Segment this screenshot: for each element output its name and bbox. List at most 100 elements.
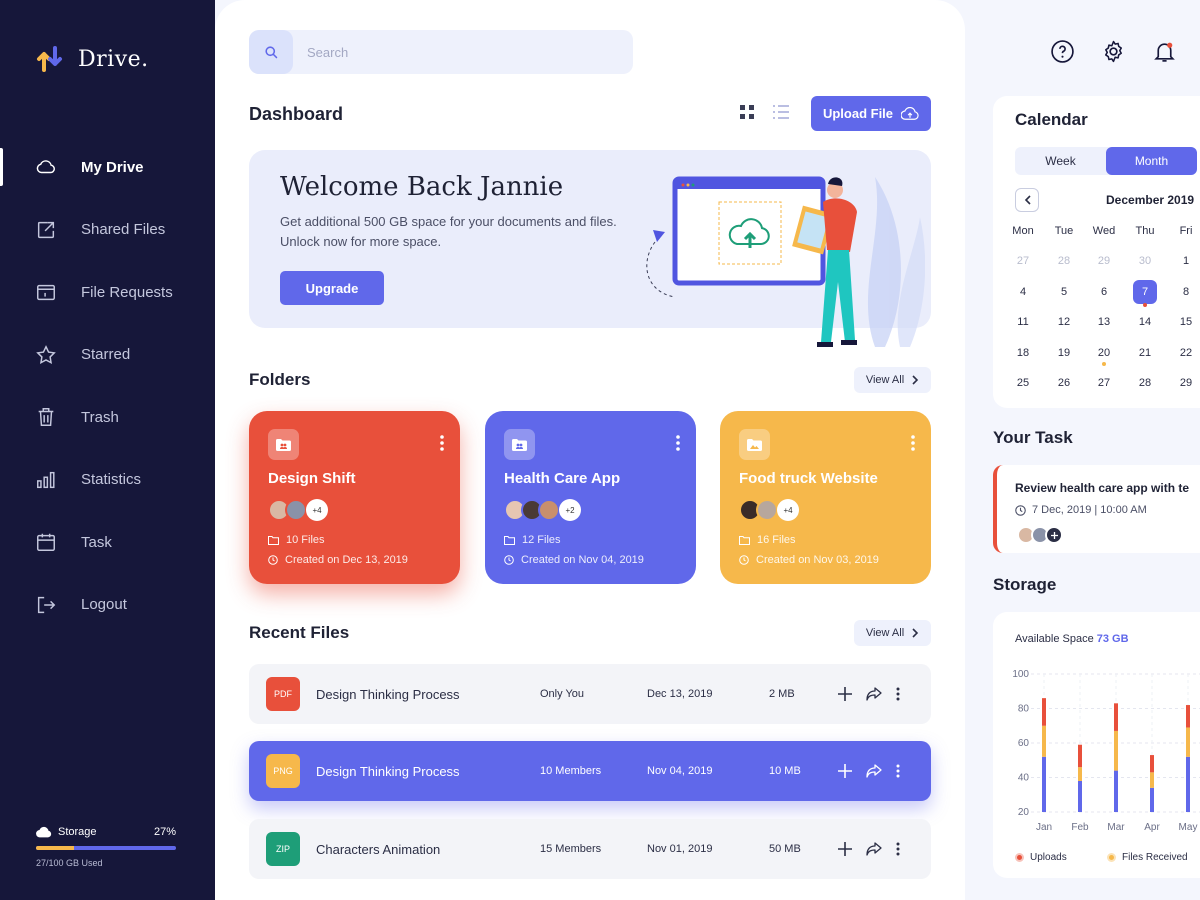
avatar (756, 499, 778, 521)
folder-outline-icon (739, 535, 750, 545)
more-vertical-icon[interactable] (896, 687, 900, 701)
calendar-day[interactable]: 7 (1133, 279, 1157, 304)
sidebar-item-shared-files[interactable]: Shared Files (0, 199, 215, 262)
more-vertical-icon[interactable] (896, 842, 900, 856)
add-assignee-button[interactable] (1045, 526, 1063, 544)
brand-name: Drive. (78, 46, 149, 72)
upgrade-button[interactable]: Upgrade (280, 271, 384, 305)
bar-segment (1150, 755, 1154, 773)
x-tick-label: Feb (1071, 822, 1089, 833)
recent-view-all-button[interactable]: View All (854, 620, 931, 646)
sidebar-item-statistics[interactable]: Statistics (0, 449, 215, 512)
folder-menu-button[interactable] (911, 435, 915, 456)
sidebar-item-my-drive[interactable]: My Drive (0, 136, 215, 199)
calendar-day[interactable]: 12 (1052, 316, 1076, 328)
file-date: Nov 04, 2019 (647, 765, 713, 777)
grid-icon (740, 105, 754, 119)
calendar-day[interactable]: 20 (1092, 347, 1116, 359)
calendar-day[interactable]: 26 (1052, 377, 1076, 389)
notifications-button[interactable] (1152, 39, 1177, 64)
sidebar-item-starred[interactable]: Starred (0, 324, 215, 387)
calendar-day[interactable]: 1 (1174, 255, 1198, 267)
folder-menu-button[interactable] (676, 435, 680, 456)
bar-segment (1042, 756, 1046, 812)
chart-icon (37, 471, 55, 488)
calendar-day[interactable]: 19 (1052, 347, 1076, 359)
list-icon (773, 105, 789, 119)
folder-name: Design Shift (268, 470, 356, 487)
folders-view-all-button[interactable]: View All (854, 367, 931, 393)
event-dot (1143, 303, 1147, 307)
calendar-day[interactable]: 29 (1174, 377, 1198, 389)
calendar-day[interactable]: 18 (1011, 347, 1035, 359)
folder-request-icon (37, 285, 55, 301)
calendar-day[interactable]: 28 (1133, 377, 1157, 389)
file-size: 50 MB (769, 843, 801, 855)
clock-icon (504, 555, 514, 565)
file-row[interactable]: ZIP Characters Animation 15 Members Nov … (249, 819, 931, 879)
calendar-day[interactable]: 25 (1011, 377, 1035, 389)
calendar-day[interactable]: 27 (1011, 255, 1035, 267)
tab-week[interactable]: Week (1015, 147, 1106, 175)
add-icon[interactable] (838, 687, 852, 701)
folder-card-design-shift[interactable]: Design Shift +4 10 Files Created on Dec … (249, 411, 460, 584)
calendar-day[interactable]: 13 (1092, 316, 1116, 328)
file-size: 2 MB (769, 688, 795, 700)
top-toolbar (1050, 39, 1177, 64)
folder-created-text: Created on Nov 04, 2019 (521, 554, 644, 566)
task-card[interactable]: Review health care app with te 7 Dec, 20… (993, 465, 1200, 553)
folder-name: Food truck Website (739, 470, 878, 487)
share-arrow-icon[interactable] (866, 842, 882, 856)
calendar-day[interactable]: 30 (1133, 255, 1157, 267)
y-tick-label: 20 (1018, 807, 1030, 818)
calendar-day[interactable]: 21 (1133, 347, 1157, 359)
gear-icon (1105, 40, 1122, 63)
folder-card-food-truck-website[interactable]: Food truck Website +4 16 Files Created o… (720, 411, 931, 584)
add-icon[interactable] (838, 764, 852, 778)
sidebar-item-trash[interactable]: Trash (0, 386, 215, 449)
search-button[interactable] (249, 30, 293, 74)
folder-menu-button[interactable] (440, 435, 444, 456)
grid-view-button[interactable] (739, 104, 755, 125)
file-row[interactable]: PDF Design Thinking Process Only You Dec… (249, 664, 931, 724)
list-view-button[interactable] (772, 104, 790, 125)
add-icon[interactable] (838, 842, 852, 856)
calendar-day[interactable]: 29 (1092, 255, 1116, 267)
help-button[interactable] (1050, 39, 1075, 64)
sidebar-item-task[interactable]: Task (0, 511, 215, 574)
sidebar-item-label: Trash (81, 408, 119, 426)
sidebar-storage: Storage 27% 27/100 GB Used (36, 826, 176, 868)
upload-file-button[interactable]: Upload File (811, 96, 931, 131)
calendar-view-toggle: Week Month (1015, 147, 1197, 175)
file-name: Characters Animation (316, 841, 441, 857)
x-tick-label: Mar (1107, 822, 1125, 833)
weekday-label: Wed (1092, 225, 1116, 237)
file-row[interactable]: PNG Design Thinking Process 10 Members N… (249, 741, 931, 801)
view-all-label: View All (865, 374, 905, 386)
calendar-day[interactable]: 28 (1052, 255, 1076, 267)
calendar-day[interactable]: 27 (1092, 377, 1116, 389)
sidebar-item-label: Shared Files (81, 221, 166, 239)
calendar-day[interactable]: 8 (1174, 286, 1198, 298)
calendar-day[interactable]: 4 (1011, 286, 1035, 298)
y-tick-label: 40 (1018, 773, 1030, 784)
more-vertical-icon (911, 435, 915, 451)
bell-icon (1154, 42, 1175, 62)
share-arrow-icon[interactable] (866, 687, 882, 701)
calendar-day[interactable]: 14 (1133, 316, 1157, 328)
upload-file-label: Upload File (822, 106, 894, 121)
calendar-day[interactable]: 11 (1011, 316, 1035, 328)
more-vertical-icon[interactable] (896, 764, 900, 778)
calendar-prev-button[interactable] (1015, 188, 1039, 212)
share-arrow-icon[interactable] (866, 764, 882, 778)
calendar-day[interactable]: 6 (1092, 286, 1116, 298)
tab-month[interactable]: Month (1106, 147, 1197, 175)
settings-button[interactable] (1101, 39, 1126, 64)
folder-card-health-care-app[interactable]: Health Care App +2 12 Files Created on N… (485, 411, 696, 584)
search-input[interactable] (293, 44, 613, 60)
sidebar-item-logout[interactable]: Logout (0, 574, 215, 637)
calendar-day[interactable]: 22 (1174, 347, 1198, 359)
calendar-day[interactable]: 5 (1052, 286, 1076, 298)
sidebar-item-file-requests[interactable]: File Requests (0, 261, 215, 324)
calendar-day[interactable]: 15 (1174, 316, 1198, 328)
